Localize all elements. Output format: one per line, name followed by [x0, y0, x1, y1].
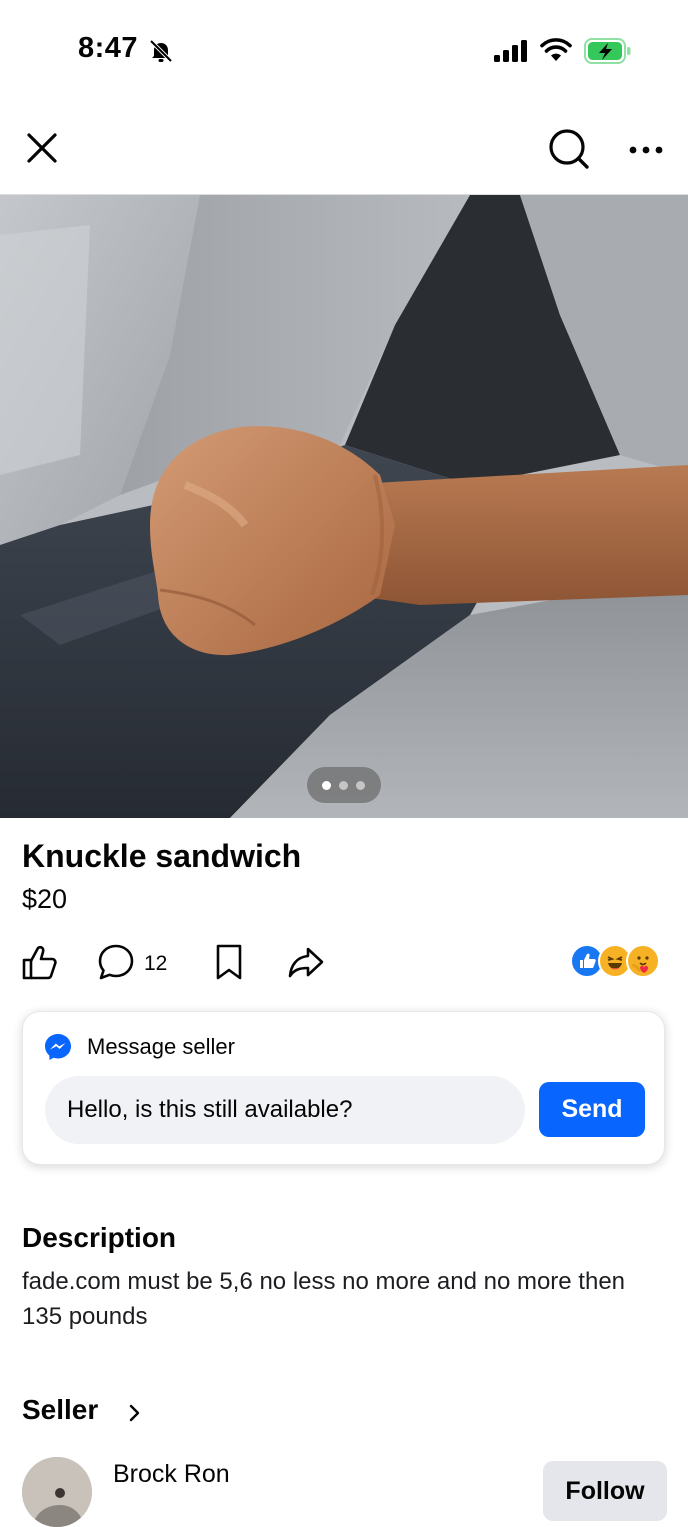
description-heading: Description	[22, 1222, 177, 1253]
bookmark-icon[interactable]	[212, 942, 246, 982]
pager-dot-active	[322, 781, 331, 790]
pager-dot	[356, 781, 365, 790]
wifi-icon	[540, 38, 572, 61]
listing-price: $20	[22, 884, 68, 914]
care-reaction-icon	[626, 944, 660, 978]
seller-heading: Seller	[22, 1394, 99, 1425]
action-bar: 12	[0, 938, 688, 988]
seller-avatar[interactable]	[22, 1457, 92, 1527]
image-pager[interactable]	[307, 767, 381, 803]
status-time: 8:47	[78, 32, 139, 64]
listing-photo[interactable]	[0, 195, 688, 818]
like-icon[interactable]	[20, 942, 58, 982]
message-seller-card: Message seller Send	[22, 1011, 665, 1165]
listing-title: Knuckle sandwich	[22, 838, 302, 874]
seller-section-link[interactable]: Seller	[22, 1394, 222, 1434]
top-nav	[0, 100, 688, 195]
messenger-icon	[45, 1034, 71, 1060]
pager-dot	[339, 781, 348, 790]
bell-off-icon	[149, 39, 173, 63]
message-input[interactable]	[45, 1076, 525, 1144]
seller-name[interactable]: Brock Ron	[113, 1460, 230, 1489]
share-icon[interactable]	[286, 942, 326, 982]
battery-charging-icon	[584, 38, 631, 64]
reactions-summary[interactable]	[570, 944, 662, 978]
send-button[interactable]: Send	[539, 1082, 645, 1137]
listing-photo-image	[0, 195, 688, 818]
follow-button[interactable]: Follow	[543, 1461, 667, 1521]
status-bar: 8:47	[0, 0, 688, 100]
comment-icon	[98, 944, 134, 980]
comment-button[interactable]: 12	[96, 942, 176, 982]
message-seller-label: Message seller	[87, 1034, 235, 1059]
close-icon[interactable]	[22, 128, 62, 168]
more-icon[interactable]	[624, 130, 668, 170]
chevron-right-icon	[129, 1404, 140, 1422]
comment-count: 12	[144, 952, 168, 975]
description-text: fade.com must be 5,6 no less no more and…	[22, 1268, 626, 1330]
cellular-signal-icon	[494, 40, 527, 62]
search-icon[interactable]	[546, 126, 592, 172]
